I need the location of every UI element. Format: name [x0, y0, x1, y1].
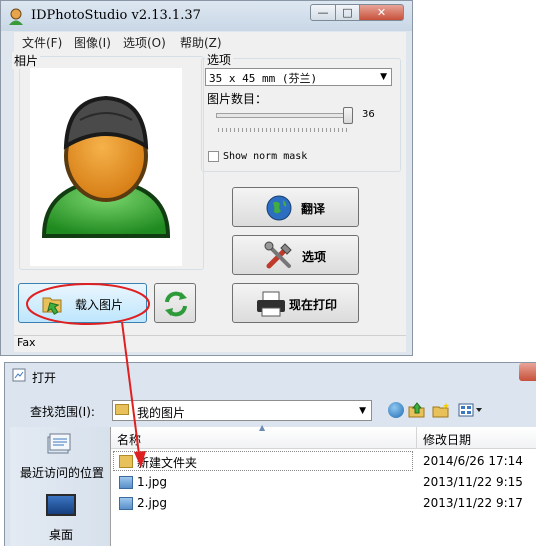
up-folder-icon[interactable] [408, 402, 426, 418]
folder-icon [119, 455, 133, 468]
look-in-label: 查找范围(I): [30, 405, 95, 419]
photo-preview[interactable] [30, 68, 182, 266]
person-placeholder-icon [41, 95, 171, 238]
look-in-value: 我的图片 [137, 406, 186, 420]
back-icon[interactable] [388, 402, 404, 418]
look-in-select[interactable]: 我的图片 ▼ [112, 400, 372, 421]
print-now-button[interactable]: 现在打印 [232, 283, 359, 323]
column-separator[interactable] [416, 427, 417, 448]
menu-help[interactable]: 帮助(Z) [180, 34, 222, 51]
menu-options[interactable]: 选项(O) [123, 34, 166, 51]
photo-group-label: 相片 [12, 52, 41, 69]
file-date: 2013/11/22 9:17 [423, 496, 523, 510]
globe-icon [266, 195, 292, 221]
status-text: Fax [17, 336, 36, 349]
chevron-down-icon: ▼ [359, 406, 366, 416]
column-header-date[interactable]: 修改日期 [423, 431, 471, 448]
dialog-close-button[interactable] [519, 363, 536, 381]
printer-icon [257, 291, 285, 317]
file-row[interactable]: 1.jpg 2013/11/22 9:15 [113, 473, 536, 493]
sort-ascending-icon: ▲ [259, 423, 266, 432]
app-icon [9, 8, 23, 25]
desktop-icon[interactable] [46, 494, 76, 516]
menu-image[interactable]: 图像(I) [74, 34, 111, 51]
recent-places-label[interactable]: 最近访问的位置 [20, 464, 104, 481]
image-file-icon [119, 476, 133, 489]
open-dialog-icon [12, 368, 26, 382]
translate-label: 翻译 [301, 202, 326, 216]
photo-count-value: 36 [362, 109, 375, 120]
options-label: 选项 [302, 250, 327, 264]
file-list-header [111, 427, 536, 449]
slider-ticks [218, 128, 350, 132]
photo-count-label: 图片数目： [207, 92, 268, 106]
folder-icon [115, 404, 129, 415]
file-name: 新建文件夹 [137, 456, 198, 470]
desktop-label[interactable]: 桌面 [49, 526, 73, 543]
file-date: 2014/6/26 17:14 [423, 454, 523, 468]
file-row[interactable]: 2.jpg 2013/11/22 9:17 [113, 494, 536, 514]
recent-places-icon[interactable] [44, 431, 74, 459]
photo-size-value: 35 x 45 mm (芬兰) [209, 72, 318, 85]
file-name: 1.jpg [137, 475, 168, 489]
options-group-label: 选项 [205, 51, 234, 68]
title-bar[interactable]: IDPhotoStudio v2.13.1.37 — □ ✕ [1, 1, 412, 31]
translate-button[interactable]: 翻译 [232, 187, 359, 227]
new-folder-icon[interactable] [432, 402, 450, 418]
column-header-name[interactable]: 名称 [117, 431, 141, 448]
maximize-button[interactable]: □ [335, 4, 360, 21]
image-file-icon [119, 497, 133, 510]
views-menu-icon[interactable] [457, 402, 483, 418]
menu-bar: 文件(F) 图像(I) 选项(O) 帮助(Z) [14, 32, 406, 52]
photo-size-select[interactable]: 35 x 45 mm (芬兰) ▼ [205, 68, 392, 86]
show-norm-mask-checkbox[interactable] [208, 151, 219, 162]
show-norm-mask-label: Show norm mask [223, 151, 308, 162]
chevron-down-icon: ▼ [380, 72, 387, 82]
load-image-label: 载入图片 [75, 298, 124, 312]
window-title: IDPhotoStudio v2.13.1.37 [31, 8, 201, 23]
open-folder-icon [42, 297, 62, 315]
load-image-button[interactable]: 载入图片 [18, 283, 147, 323]
file-name: 2.jpg [137, 496, 168, 510]
options-button[interactable]: 选项 [232, 235, 359, 275]
close-button[interactable]: ✕ [359, 4, 404, 21]
file-date: 2013/11/22 9:15 [423, 475, 523, 489]
status-bar: Fax [14, 335, 406, 352]
file-row[interactable]: 新建文件夹 2014/6/26 17:14 [113, 452, 536, 472]
slider-thumb[interactable] [343, 107, 353, 124]
refresh-icon [165, 291, 187, 317]
tools-icon [264, 241, 292, 269]
refresh-button[interactable] [154, 283, 196, 323]
photo-count-slider[interactable] [216, 113, 353, 118]
menu-file[interactable]: 文件(F) [22, 34, 62, 51]
print-now-label: 现在打印 [289, 298, 338, 312]
minimize-button[interactable]: — [310, 4, 336, 21]
open-dialog-title: 打开 [32, 371, 57, 385]
